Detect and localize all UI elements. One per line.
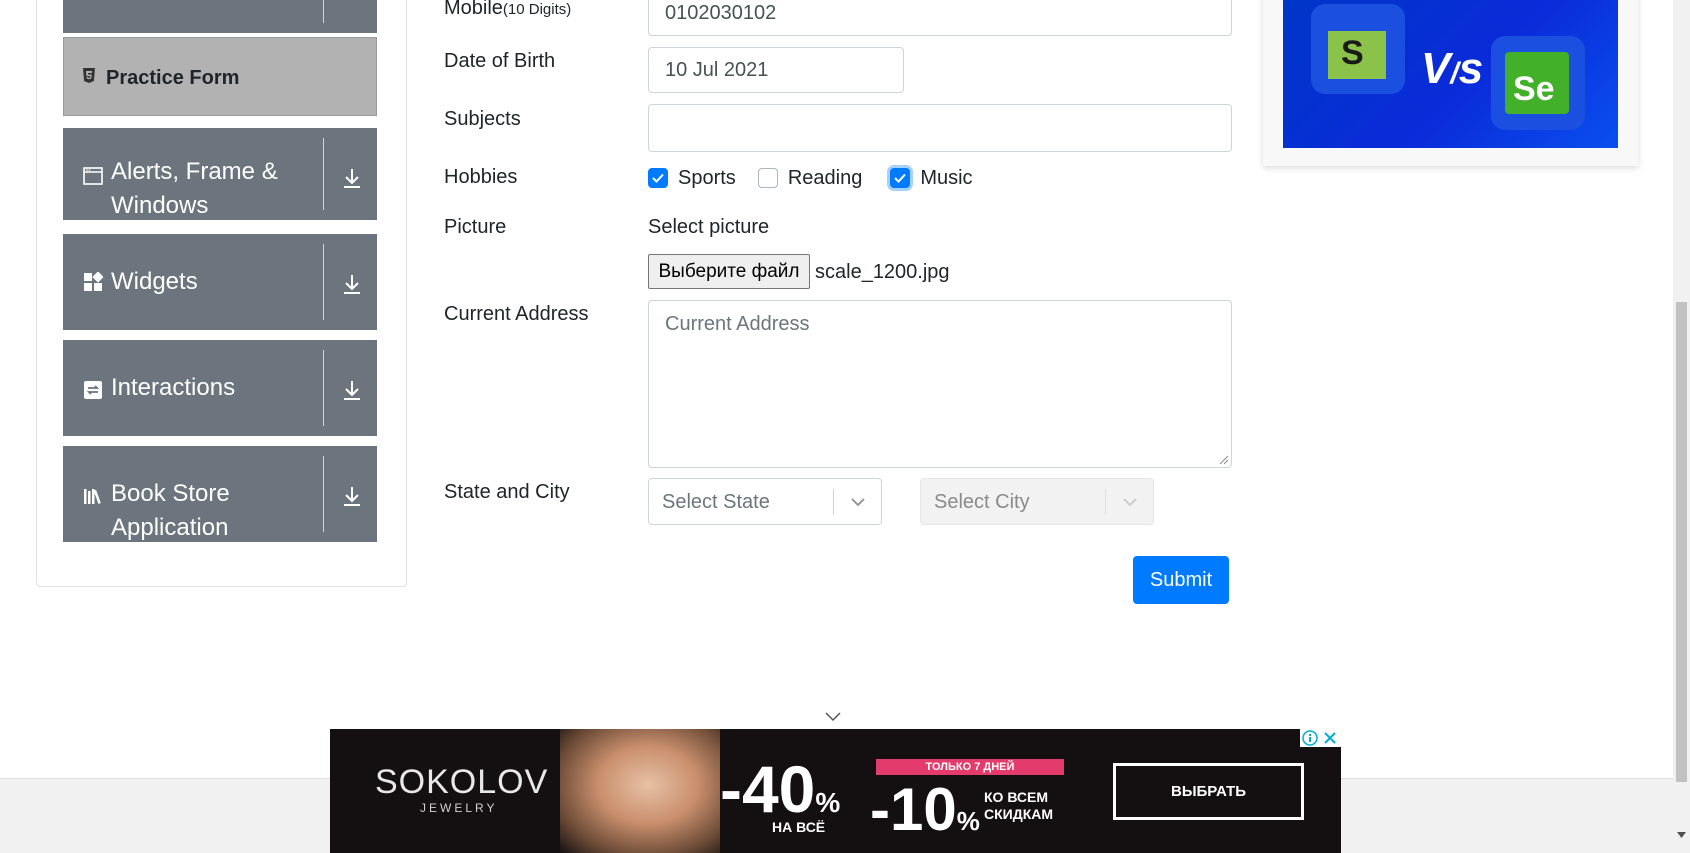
- ad-model-image: [560, 729, 720, 853]
- divider: [323, 138, 324, 210]
- window-icon: [83, 167, 103, 185]
- ad-discount-2-sub: КО ВСЕМ: [984, 789, 1049, 805]
- sidebar: Practice Form Alerts, Frame & Windows Wi…: [36, 0, 407, 587]
- mobile-field[interactable]: 0102030102: [648, 0, 1232, 36]
- hobbies-label: Hobbies: [444, 166, 518, 188]
- versus-mark: V/s: [1421, 44, 1484, 93]
- chevron-down-icon[interactable]: [849, 494, 867, 510]
- choose-file-button[interactable]: Выберите файл: [648, 254, 810, 289]
- html5-icon: [83, 68, 95, 83]
- arrow-down-icon[interactable]: [341, 484, 363, 508]
- sidebar-group-interactions[interactable]: Interactions: [63, 340, 377, 436]
- chevron-down-icon[interactable]: [1121, 494, 1139, 510]
- divider: [323, 456, 324, 532]
- state-city-label: State and City: [444, 481, 570, 503]
- hobby-label: Music: [920, 166, 973, 189]
- hobby-label: Reading: [787, 166, 863, 189]
- scrollbar[interactable]: [1673, 0, 1690, 853]
- address-label: Current Address: [444, 303, 589, 325]
- sidebar-group-forms[interactable]: [63, 0, 377, 33]
- arrow-down-icon[interactable]: [341, 378, 363, 402]
- submit-button[interactable]: Submit: [1133, 556, 1229, 604]
- sidebar-group-alerts[interactable]: Alerts, Frame & Windows: [63, 128, 377, 220]
- file-name: scale_1200.jpg: [815, 261, 950, 283]
- sidebar-group-label: Widgets: [111, 268, 198, 295]
- ad-discount-1-sub: НА ВСЁ: [772, 819, 826, 835]
- state-select[interactable]: Select State: [648, 478, 882, 525]
- mobile-label: Mobile(10 Digits): [444, 0, 572, 19]
- ad-controls: [1300, 729, 1341, 747]
- advertisement-banner[interactable]: SOKOLOV JEWELRY -40% НА ВСЁ ТОЛЬКО 7 ДНЕ…: [330, 729, 1341, 853]
- interactions-icon: [84, 381, 102, 399]
- books-icon: [84, 489, 101, 504]
- mobile-hint: (10 Digits): [502, 1, 572, 18]
- selenium-logo: Se: [1491, 36, 1585, 130]
- subjects-label: Subjects: [444, 108, 521, 130]
- scrollbar-thumb[interactable]: [1676, 302, 1687, 782]
- dob-field[interactable]: 10 Jul 2021: [648, 47, 904, 93]
- sidebar-group-label: Book Store: [111, 480, 230, 507]
- picture-prompt: Select picture: [648, 216, 770, 238]
- hobby-label: Sports: [678, 166, 736, 189]
- mobile-value: 0102030102: [665, 1, 777, 24]
- divider: [323, 244, 324, 320]
- ad-brand: SOKOLOV: [375, 763, 549, 801]
- widgets-icon: [84, 272, 103, 291]
- info-icon[interactable]: [1300, 729, 1320, 747]
- resize-handle-icon[interactable]: [1219, 455, 1229, 465]
- city-placeholder: Select City: [934, 491, 1030, 513]
- checkbox-reading[interactable]: [757, 168, 778, 188]
- state-placeholder: Select State: [662, 491, 770, 513]
- close-icon[interactable]: [1320, 729, 1340, 747]
- hobby-reading[interactable]: Reading: [757, 166, 863, 190]
- katalon-logo: S: [1311, 4, 1405, 94]
- divider: [1105, 489, 1106, 515]
- ad-badge: ТОЛЬКО 7 ДНЕЙ: [876, 759, 1064, 775]
- chevron-down-icon[interactable]: [824, 711, 842, 723]
- promo-banner[interactable]: S V/s Se: [1263, 0, 1638, 166]
- address-textarea[interactable]: Current Address: [648, 300, 1232, 468]
- check-icon: [894, 173, 907, 183]
- sidebar-item-label: Practice Form: [106, 67, 240, 89]
- scroll-down-arrow-icon[interactable]: [1677, 832, 1686, 838]
- address-placeholder: Current Address: [665, 313, 810, 335]
- dob-label: Date of Birth: [444, 50, 556, 72]
- ad-discount-1: -40%: [720, 752, 841, 826]
- city-select[interactable]: Select City: [920, 478, 1154, 525]
- checkbox-sports[interactable]: [648, 168, 668, 188]
- hobby-sports[interactable]: Sports: [648, 167, 736, 190]
- promo-image: S V/s Se: [1283, 0, 1618, 148]
- sidebar-item-practice-form[interactable]: Practice Form: [63, 37, 377, 116]
- hobbies-group: Sports Reading Music: [648, 165, 993, 191]
- sidebar-group-label: Interactions: [111, 374, 236, 401]
- subjects-input[interactable]: [648, 104, 1232, 152]
- divider: [323, 0, 324, 23]
- sidebar-group-label: Windows: [111, 192, 209, 219]
- sidebar-group-label: Alerts, Frame &: [111, 158, 278, 185]
- arrow-down-icon[interactable]: [341, 272, 363, 296]
- divider: [323, 350, 324, 426]
- check-icon: [652, 173, 664, 183]
- dob-value: 10 Jul 2021: [665, 58, 769, 81]
- sidebar-group-label: Application: [111, 514, 229, 541]
- divider: [833, 489, 834, 515]
- ad-discount-2: -10%: [870, 776, 980, 843]
- ad-brand-sub: JEWELRY: [420, 801, 498, 815]
- ad-discount-2-sub: СКИДКАМ: [984, 806, 1054, 822]
- arrow-down-icon[interactable]: [341, 166, 363, 190]
- picture-label: Picture: [444, 216, 507, 238]
- sidebar-group-book-store[interactable]: Book Store Application: [63, 446, 377, 542]
- hobby-music[interactable]: Music: [890, 166, 973, 190]
- checkbox-music[interactable]: [890, 168, 911, 188]
- ad-cta-button[interactable]: ВЫБРАТЬ: [1113, 763, 1304, 820]
- sidebar-group-widgets[interactable]: Widgets: [63, 234, 377, 330]
